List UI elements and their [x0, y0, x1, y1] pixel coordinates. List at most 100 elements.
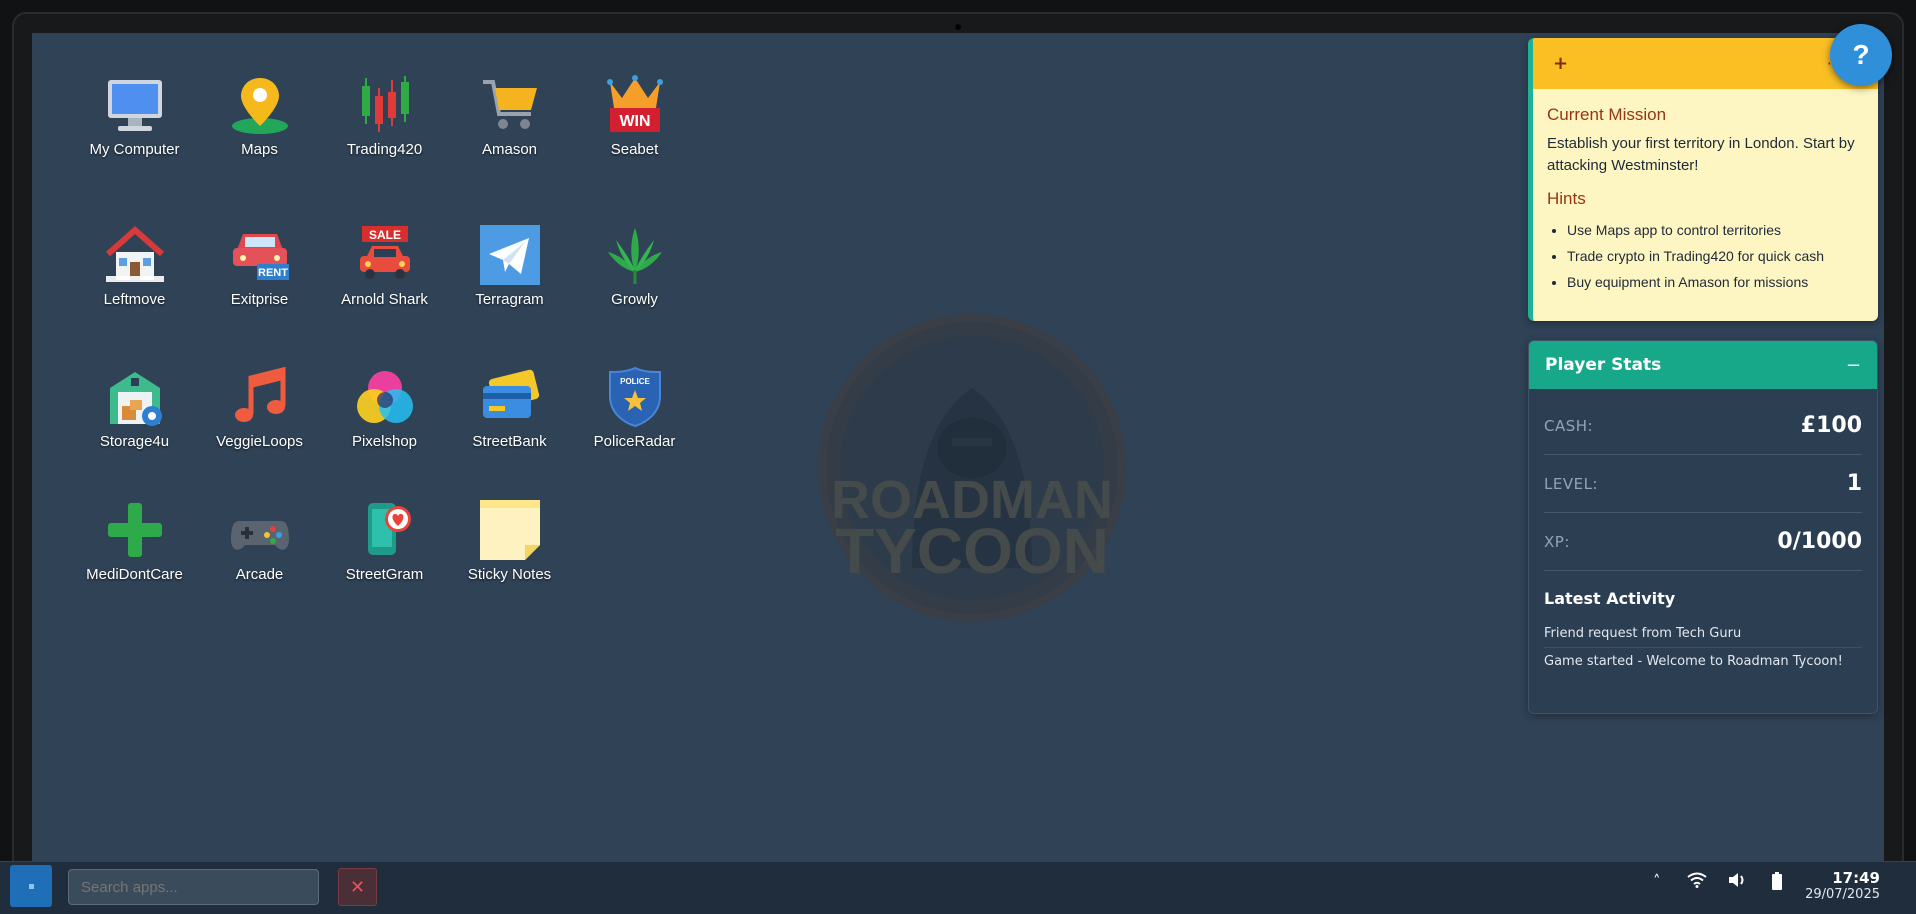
shopping-cart-icon: [478, 73, 542, 137]
tray-chevron-icon[interactable]: ˄: [1653, 872, 1661, 890]
roadman-tycoon-watermark-logo: ROADMAN TYCOON: [818, 314, 1126, 622]
sticky-note-body: Current Mission Establish your first ter…: [1533, 89, 1878, 311]
player-stats-body: CASH: £100 LEVEL: 1 XP: 0/1000 Latest Ac…: [1529, 389, 1877, 683]
app-label: Maps: [241, 141, 278, 158]
app-maps[interactable]: Maps: [197, 73, 322, 158]
app-label: VeggieLoops: [216, 433, 303, 450]
help-button[interactable]: ?: [1830, 24, 1892, 86]
player-stats-title: Player Stats: [1545, 355, 1662, 375]
app-label: StreetBank: [472, 433, 547, 450]
app-label: MediDontCare: [86, 566, 183, 583]
app-arnold-shark[interactable]: SALE Arnold Shark: [322, 223, 447, 308]
close-button[interactable]: ✕: [338, 868, 377, 906]
watermark-word-2: TYCOON: [835, 515, 1109, 587]
medical-cross-icon: [103, 498, 167, 562]
candlestick-chart-icon: [353, 73, 417, 137]
color-circles-icon: [353, 365, 417, 429]
minimize-button[interactable]: −: [1846, 355, 1861, 376]
app-medidontcare[interactable]: MediDontCare: [72, 498, 197, 583]
svg-text:WIN: WIN: [619, 113, 650, 130]
battery-icon[interactable]: [1771, 872, 1783, 894]
svg-text:SALE: SALE: [368, 228, 400, 242]
hints-list: Use Maps app to control territories Trad…: [1567, 217, 1864, 295]
clock-date: 29/07/2025: [1805, 887, 1880, 902]
app-label: Exitprise: [230, 291, 289, 308]
phone-heart-icon: [353, 498, 417, 562]
app-pixelshop[interactable]: Pixelshop: [322, 365, 447, 450]
activity-item: Friend request from Tech Guru: [1544, 620, 1862, 648]
app-label: Terragram: [475, 291, 544, 308]
hints-title: Hints: [1547, 189, 1586, 208]
credit-card-icon: [478, 365, 542, 429]
app-policeradar[interactable]: POLICE PoliceRadar: [572, 365, 697, 450]
app-label: Arcade: [235, 566, 284, 583]
sale-car-icon: SALE: [353, 223, 417, 287]
hint-item: Buy equipment in Amason for missions: [1567, 269, 1864, 295]
app-veggieloops[interactable]: VeggieLoops: [197, 365, 322, 450]
app-amason[interactable]: Amason: [447, 73, 572, 158]
police-badge-icon: POLICE: [603, 365, 667, 429]
music-note-icon: [228, 365, 292, 429]
gamepad-icon: [228, 498, 292, 562]
app-label: PoliceRadar: [593, 433, 676, 450]
xp-label: XP:: [1544, 532, 1570, 551]
level-label: LEVEL:: [1544, 474, 1598, 493]
app-label: StreetGram: [345, 566, 424, 583]
computer-icon: [103, 73, 167, 137]
start-button[interactable]: [10, 865, 52, 907]
sticky-note-header: + ···: [1533, 38, 1878, 89]
xp-value: 0/1000: [1777, 529, 1862, 554]
svg-text:RENT: RENT: [258, 267, 288, 279]
app-label: Seabet: [610, 141, 659, 158]
mission-title: Current Mission: [1547, 105, 1667, 124]
app-terragram[interactable]: Terragram: [447, 223, 572, 308]
app-label: Leftmove: [103, 291, 166, 308]
app-label: Storage4u: [99, 433, 170, 450]
level-row: LEVEL: 1: [1544, 455, 1862, 513]
app-label: Sticky Notes: [467, 566, 552, 583]
app-arcade[interactable]: Arcade: [197, 498, 322, 583]
app-growly[interactable]: Growly: [572, 223, 697, 308]
app-label: Arnold Shark: [341, 291, 428, 308]
app-streetbank[interactable]: StreetBank: [447, 365, 572, 450]
app-label: Pixelshop: [351, 433, 418, 450]
storage-unit-icon: [103, 365, 167, 429]
sticky-note-icon: [478, 498, 542, 562]
add-note-button[interactable]: +: [1553, 53, 1568, 74]
crown-win-icon: WIN: [603, 73, 667, 137]
app-leftmove[interactable]: Leftmove: [72, 223, 197, 308]
cash-label: CASH:: [1544, 416, 1594, 435]
app-trading420[interactable]: Trading420: [322, 73, 447, 158]
webcam-dot: [955, 24, 961, 30]
paper-plane-icon: [478, 223, 542, 287]
app-streetgram[interactable]: StreetGram: [322, 498, 447, 583]
start-icon: [28, 883, 34, 889]
volume-icon[interactable]: [1727, 872, 1747, 892]
app-my-computer[interactable]: My Computer: [72, 73, 197, 158]
app-label: Trading420: [346, 141, 423, 158]
search-apps-input[interactable]: [68, 869, 319, 905]
player-stats-header: Player Stats −: [1529, 341, 1877, 389]
leaf-icon: [603, 223, 667, 287]
system-clock[interactable]: 17:49 29/07/2025: [1800, 869, 1880, 902]
level-value: 1: [1846, 471, 1862, 496]
rent-car-icon: RENT: [228, 223, 292, 287]
map-pin-icon: [228, 73, 292, 137]
cash-value: £100: [1800, 413, 1862, 438]
player-stats-panel: Player Stats − CASH: £100 LEVEL: 1 XP: 0…: [1528, 340, 1878, 714]
app-label: Amason: [481, 141, 538, 158]
app-storage4u[interactable]: Storage4u: [72, 365, 197, 450]
app-label: Growly: [611, 291, 658, 308]
activity-title: Latest Activity: [1544, 589, 1676, 608]
xp-row: XP: 0/1000: [1544, 513, 1862, 571]
clock-time: 17:49: [1832, 869, 1880, 887]
svg-text:POLICE: POLICE: [620, 377, 650, 386]
wifi-icon[interactable]: [1687, 872, 1707, 892]
house-icon: [103, 223, 167, 287]
latest-activity: Latest Activity Friend request from Tech…: [1544, 589, 1862, 675]
sticky-note-widget[interactable]: + ··· Current Mission Establish your fir…: [1528, 38, 1878, 321]
app-seabet[interactable]: WIN Seabet: [572, 73, 697, 158]
mission-text: Establish your first territory in London…: [1547, 135, 1855, 174]
app-exitprise[interactable]: RENT Exitprise: [197, 223, 322, 308]
app-sticky-notes[interactable]: Sticky Notes: [447, 498, 572, 583]
